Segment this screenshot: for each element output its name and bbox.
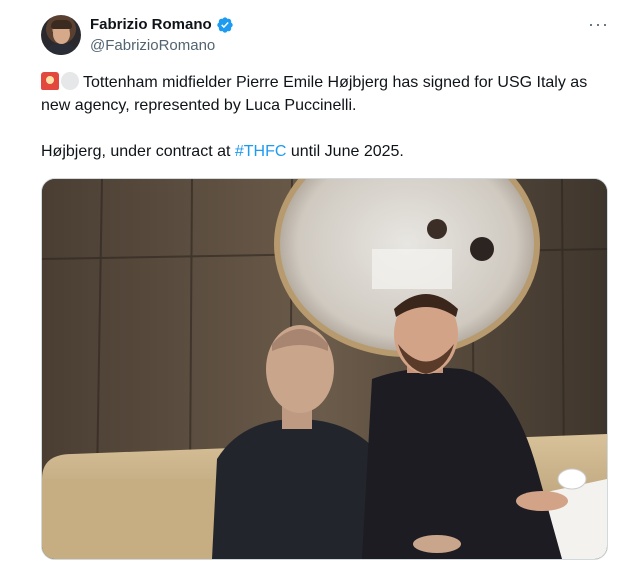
tweet-text-line-1: Tottenham midfielder Pierre Emile Højbje… bbox=[41, 74, 588, 114]
more-options-icon[interactable]: ··· bbox=[588, 14, 608, 34]
tweet-text: Tottenham midfielder Pierre Emile Højbje… bbox=[41, 71, 606, 163]
tweet-text-line-2-suffix: until June 2025. bbox=[286, 143, 404, 160]
author-avatar[interactable] bbox=[41, 15, 81, 55]
tweet[interactable]: Fabrizio Romano @FabrizioRomano ··· Tott… bbox=[0, 0, 640, 573]
photo-image bbox=[42, 179, 607, 559]
siren-emoji-icon bbox=[41, 72, 59, 90]
white-circle-emoji-icon bbox=[61, 72, 79, 90]
tweet-text-paragraph-2: Højbjerg, under contract at #THFC until … bbox=[41, 140, 606, 163]
author-display-name[interactable]: Fabrizio Romano bbox=[90, 15, 212, 35]
hashtag-link[interactable]: #THFC bbox=[235, 143, 287, 160]
verified-badge-icon bbox=[216, 17, 233, 33]
author-name-row: Fabrizio Romano bbox=[90, 15, 234, 35]
tweet-photo[interactable] bbox=[41, 178, 608, 560]
author-handle[interactable]: @FabrizioRomano bbox=[90, 36, 215, 56]
tweet-text-paragraph-1: Tottenham midfielder Pierre Emile Højbje… bbox=[41, 71, 606, 117]
tweet-text-line-2-prefix: Højbjerg, under contract at bbox=[41, 143, 235, 160]
